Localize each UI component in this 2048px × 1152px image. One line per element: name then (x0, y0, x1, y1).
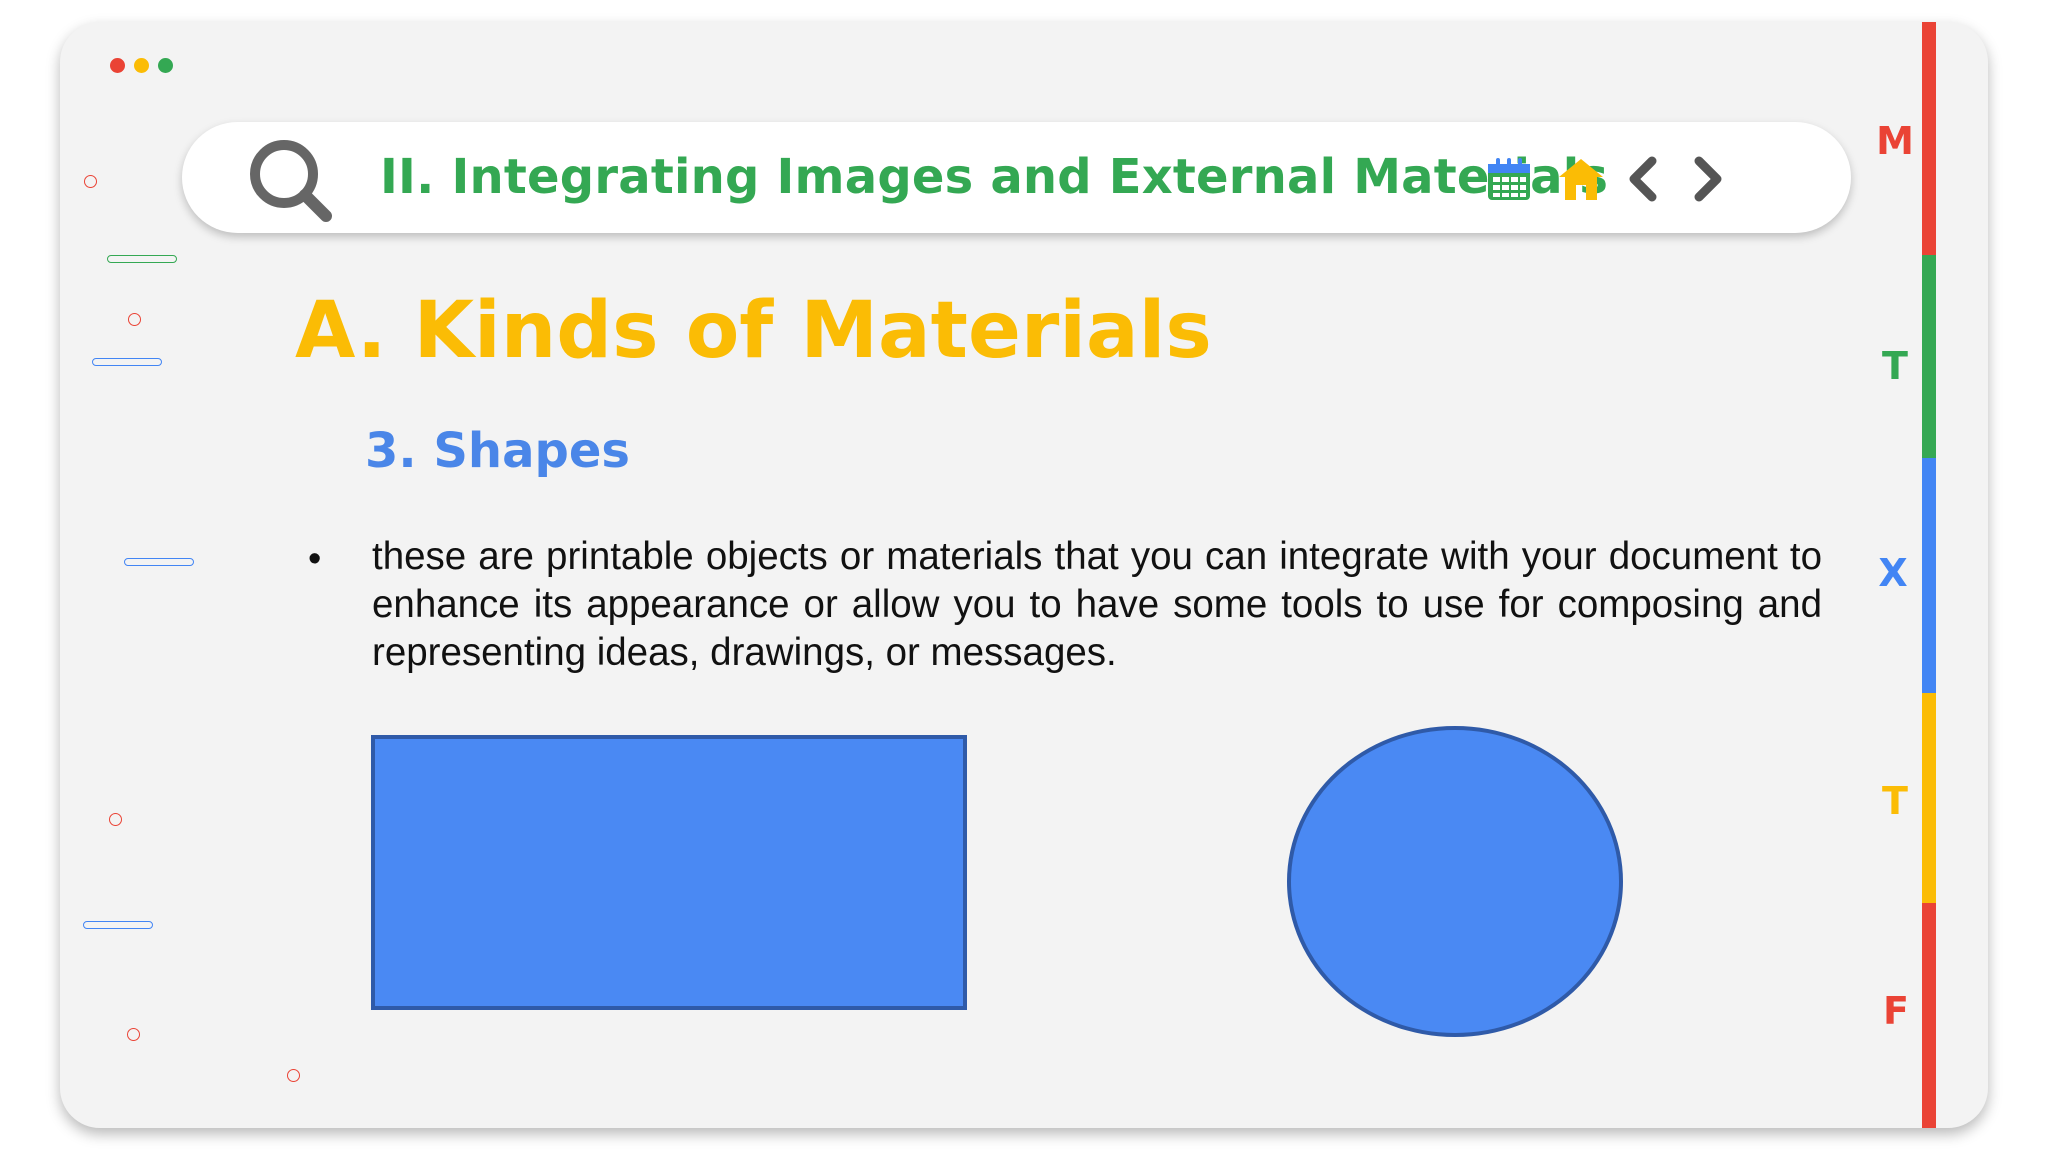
decor-circle (287, 1069, 300, 1082)
tab-bar-f (1922, 903, 1936, 1128)
close-dot[interactable] (110, 58, 125, 73)
decor-line (107, 255, 177, 263)
decor-line (83, 921, 153, 929)
slide-frame: II. Integrating Images and External Mate… (60, 22, 1988, 1128)
tab-f[interactable]: F (1876, 992, 1916, 1030)
tab-x[interactable]: X (1873, 554, 1913, 592)
calendar-icon[interactable] (1485, 155, 1533, 203)
body-text: these are printable objects or materials… (372, 535, 1822, 674)
section-title: II. Integrating Images and External Mate… (380, 149, 1609, 205)
rectangle-shape (371, 735, 967, 1010)
ellipse-shape (1287, 726, 1623, 1037)
tab-bar-t1 (1922, 255, 1936, 458)
decor-line (124, 558, 194, 566)
decor-circle (109, 813, 122, 826)
decor-circle (84, 175, 97, 188)
side-tab-strip (1922, 22, 1936, 1128)
slide-subheading: 3. Shapes (365, 423, 630, 479)
bullet-marker: • (308, 538, 322, 580)
minimize-dot[interactable] (134, 58, 149, 73)
decor-circle (127, 1028, 140, 1041)
search-bar[interactable]: II. Integrating Images and External Mate… (182, 122, 1851, 233)
decor-line (92, 358, 162, 366)
home-icon[interactable] (1557, 155, 1605, 203)
search-icon[interactable] (244, 134, 336, 226)
maximize-dot[interactable] (158, 58, 173, 73)
tab-bar-t2 (1922, 693, 1936, 903)
chevron-left-icon[interactable] (1622, 155, 1662, 203)
window-controls (110, 58, 173, 73)
tab-bar-x (1922, 458, 1936, 693)
tab-t[interactable]: T (1875, 347, 1915, 385)
tab-t-second[interactable]: T (1875, 782, 1915, 820)
decor-circle (128, 313, 141, 326)
tab-m[interactable]: M (1875, 122, 1915, 160)
slide-heading: A. Kinds of Materials (295, 286, 1212, 376)
tab-bar-m (1922, 22, 1936, 255)
chevron-right-icon[interactable] (1689, 155, 1729, 203)
